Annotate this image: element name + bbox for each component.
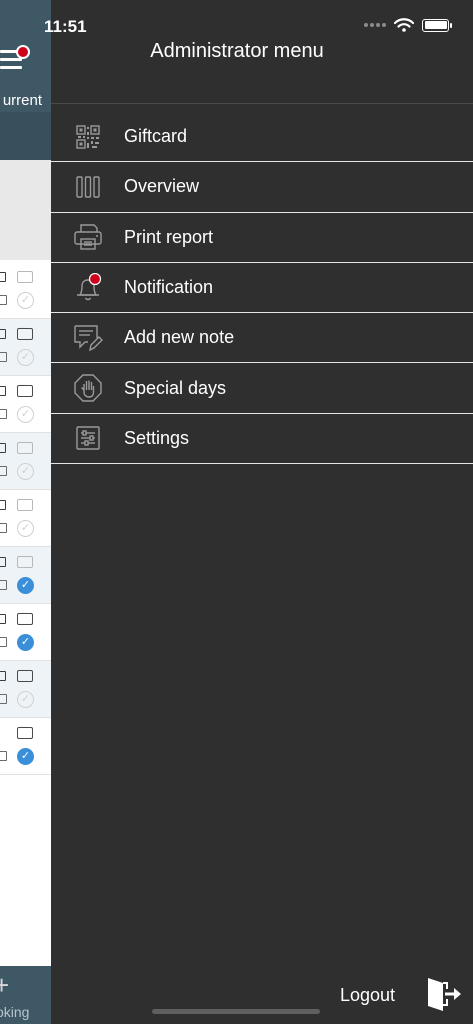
home-indicator — [152, 1009, 320, 1014]
menu-item-special-days[interactable]: Special days — [51, 363, 473, 414]
divider — [51, 103, 473, 104]
comment-icon — [17, 266, 33, 283]
status-indicators — [364, 18, 452, 32]
menu-item-label: Overview — [124, 176, 200, 197]
check-icon[interactable]: ✓ — [17, 634, 34, 651]
menu-item-label: Add new note — [124, 327, 235, 348]
battery-icon — [422, 18, 452, 32]
receipt-icon — [0, 580, 7, 590]
menu-item-giftcard[interactable]: Giftcard — [51, 112, 473, 163]
menu-item-label: Notification — [124, 277, 214, 298]
background-subheader — [0, 112, 51, 160]
receipt-icon — [0, 694, 7, 704]
menu-item-label: Settings — [124, 427, 190, 448]
list-item[interactable]: ✓ — [0, 604, 51, 661]
comment-icon — [17, 323, 33, 340]
comment-icon — [17, 494, 33, 511]
menu-notification-dot — [16, 45, 30, 59]
comment-icon — [17, 551, 33, 568]
tablet-icon — [0, 329, 6, 339]
receipt-icon — [0, 637, 7, 647]
tablet-icon — [0, 272, 6, 282]
drawer-title: Administrator menu — [150, 40, 324, 62]
comment-icon — [17, 665, 33, 682]
bell-icon — [77, 272, 102, 300]
comment-icon — [17, 437, 33, 454]
list-item[interactable]: ✓ — [0, 661, 51, 718]
tablet-icon — [0, 500, 6, 510]
menu-item-label: Special days — [124, 377, 227, 398]
check-icon[interactable]: ✓ — [17, 577, 34, 594]
hand-stop-icon — [74, 374, 102, 402]
receipt-icon — [0, 523, 7, 533]
list-item[interactable]: ✓ — [0, 718, 51, 775]
list-item[interactable]: ✓ — [0, 319, 51, 376]
check-icon[interactable]: ✓ — [17, 349, 34, 366]
background-filter-area — [0, 160, 51, 260]
qr-code-icon — [76, 124, 100, 149]
menu-item-add-new-note[interactable]: Add new note — [51, 313, 473, 364]
columns-icon — [76, 176, 100, 198]
menu-item-label: Print report — [124, 226, 214, 247]
wifi-icon — [394, 18, 414, 32]
receipt-icon — [0, 751, 7, 761]
list-item[interactable]: ✓ — [0, 376, 51, 433]
list-item[interactable]: ✓ — [0, 490, 51, 547]
administrator-drawer: Administrator menu Giftcard Overview Pri… — [51, 0, 473, 1024]
list-item[interactable]: ✓ — [0, 262, 51, 319]
receipt-icon — [0, 352, 7, 362]
comment-icon — [17, 722, 33, 739]
menu-item-label: Giftcard — [124, 126, 188, 147]
check-icon[interactable]: ✓ — [17, 406, 34, 423]
logout-button[interactable]: Logout — [340, 985, 395, 1006]
receipt-icon — [0, 466, 7, 476]
monitor-icon — [0, 671, 6, 681]
plus-icon[interactable]: + — [0, 970, 9, 1001]
status-time: 11:51 — [44, 17, 87, 36]
check-icon[interactable]: ✓ — [17, 292, 34, 309]
monitor-icon — [0, 386, 6, 396]
tablet-icon — [0, 443, 6, 453]
background-app: urrent ✓ ✓ ✓ ✓ ✓ ✓ ✓ — [0, 0, 51, 1024]
monitor-icon — [0, 614, 6, 624]
receipt-icon — [0, 295, 7, 305]
printer-icon — [74, 224, 102, 250]
sliders-icon — [76, 426, 100, 451]
check-icon[interactable]: ✓ — [17, 748, 34, 765]
admin-menu: Giftcard Overview Print report Notificat… — [51, 112, 473, 465]
list-item[interactable]: ✓ — [0, 433, 51, 490]
signal-icon — [364, 23, 386, 27]
check-icon[interactable]: ✓ — [17, 691, 34, 708]
check-icon[interactable]: ✓ — [17, 520, 34, 537]
menu-item-print-report[interactable]: Print report — [51, 213, 473, 263]
menu-item-overview[interactable]: Overview — [51, 162, 473, 213]
logout-icon[interactable] — [425, 975, 463, 1013]
background-bottom-label: oking — [0, 1004, 30, 1020]
monitor-icon — [0, 557, 6, 567]
comment-icon — [17, 608, 33, 625]
receipt-icon — [0, 409, 7, 419]
menu-item-notification[interactable]: Notification — [51, 263, 473, 314]
list-item[interactable]: ✓ — [0, 547, 51, 604]
background-header-label: urrent — [2, 92, 42, 109]
check-icon[interactable]: ✓ — [17, 463, 34, 480]
note-edit-icon — [74, 325, 103, 352]
comment-icon — [17, 380, 33, 397]
menu-item-settings[interactable]: Settings — [51, 414, 473, 465]
